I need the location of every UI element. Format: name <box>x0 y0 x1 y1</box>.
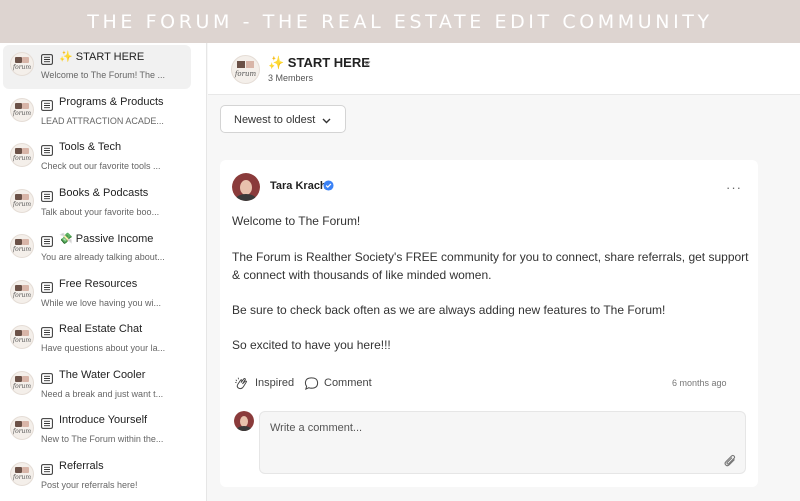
author-name[interactable]: Tara Krach <box>270 180 327 192</box>
post-paragraph: So excited to have you here!!! <box>232 338 391 352</box>
sidebar-channel-item[interactable]: forum Tools & Tech Check out our favorite … <box>3 136 191 180</box>
channel-avatar: forum <box>10 461 34 486</box>
post-paragraph: Welcome to The Forum! <box>232 214 361 228</box>
sidebar-channel-item[interactable]: forum Books & Podcasts Talk about your fav… <box>3 182 191 226</box>
channel-title[interactable]: ✨ START HERE <box>268 55 370 71</box>
channel-avatar: forum <box>231 55 260 84</box>
post-paragraph: The Forum is Realther Society's FREE com… <box>232 250 749 282</box>
channel-avatar: forum <box>10 52 34 76</box>
author-avatar[interactable] <box>232 173 260 201</box>
channel-title: Introduce Yourself <box>59 414 148 426</box>
channel-title: Referrals <box>59 459 104 472</box>
feed-icon <box>41 280 53 293</box>
member-count[interactable]: 3 Members <box>268 73 313 83</box>
chevron-down-icon[interactable] <box>362 58 372 68</box>
channel-preview: Check out our favorite tools ... <box>41 161 161 171</box>
comment-input[interactable]: Write a comment... <box>259 411 746 474</box>
sidebar: forum ✨ START HERE Welcome to The Forum! T… <box>0 43 207 501</box>
sidebar-channel-item[interactable]: forum Free Resources While we love having … <box>3 273 191 317</box>
sidebar-channel-item[interactable]: forum Real Estate Chat Have questions abou… <box>3 318 191 362</box>
feed-icon <box>41 462 53 475</box>
channel-title: Books & Podcasts <box>59 186 149 199</box>
feed-icon <box>41 52 53 65</box>
feed-icon <box>41 98 53 111</box>
sidebar-channel-item[interactable]: forum Referrals Post your referrals here! <box>3 455 191 499</box>
channel-avatar: forum <box>10 143 34 167</box>
paperclip-icon[interactable] <box>723 453 737 468</box>
channel-avatar: forum <box>10 234 34 258</box>
sidebar-channel-item[interactable]: forum Introduce Yourself New to The Forum … <box>3 409 191 453</box>
channel-avatar: forum <box>10 325 34 349</box>
channel-preview: New to The Forum within the... <box>41 434 164 444</box>
channel-title: Tools & Tech <box>59 141 122 153</box>
feed-icon <box>41 416 53 429</box>
channel-preview: Have questions about your la... <box>41 343 166 353</box>
channel-preview: Post your referrals here! <box>41 479 138 490</box>
sidebar-channel-item[interactable]: forum ✨ START HERE Welcome to The Forum! T… <box>3 45 191 89</box>
banner-title: THE FORUM - THE REAL ESTATE EDIT COMMUNI… <box>87 10 713 33</box>
channel-preview: While we love having you wi... <box>41 297 162 308</box>
channel-avatar: forum <box>10 279 34 304</box>
channel-preview: You are already talking about... <box>41 252 165 262</box>
channel-title: ✨ START HERE <box>59 51 145 63</box>
channel-avatar: forum <box>10 97 34 122</box>
channel-avatar: forum <box>10 188 34 213</box>
sidebar-channel-item[interactable]: forum Programs & Products LEAD ATTRACTION … <box>3 91 191 135</box>
channel-title: 💸 Passive Income <box>59 233 154 245</box>
channel-title: Real Estate Chat <box>59 323 143 335</box>
channel-header: forum ✨ START HERE 3 Members <box>208 43 800 95</box>
feed-icon <box>41 325 53 338</box>
more-options-button[interactable]: ··· <box>726 180 742 195</box>
verified-badge-icon <box>323 180 334 191</box>
user-avatar <box>234 411 254 431</box>
channel-title: The Water Cooler <box>59 368 146 381</box>
inspired-label: Inspired <box>255 377 295 389</box>
sidebar-channel-item[interactable]: forum The Water Cooler Need a break and ju… <box>3 364 191 408</box>
chevron-down-icon <box>322 118 331 124</box>
comment-label: Comment <box>324 377 372 389</box>
comment-button[interactable]: Comment <box>304 376 374 392</box>
feed-icon <box>41 234 53 247</box>
feed-icon <box>41 189 53 202</box>
feed-icon <box>41 143 53 156</box>
channel-title: Programs & Products <box>59 95 164 108</box>
channel-avatar: forum <box>10 416 34 440</box>
post-card: Tara Krach ··· Welcome to The Forum! The… <box>220 160 758 487</box>
channel-preview: LEAD ATTRACTION ACADE... <box>41 115 164 126</box>
sort-label: Newest to oldest <box>234 114 316 126</box>
channel-title: Free Resources <box>59 277 138 290</box>
comment-icon <box>304 377 319 391</box>
sort-dropdown[interactable]: Newest to oldest <box>220 105 346 133</box>
community-banner: THE FORUM - THE REAL ESTATE EDIT COMMUNI… <box>0 0 800 43</box>
channel-preview: Talk about your favorite boo... <box>41 206 160 217</box>
clap-icon <box>235 377 248 390</box>
post-paragraph: Be sure to check back often as we are al… <box>232 303 666 317</box>
channel-preview: Need a break and just want t... <box>41 388 164 399</box>
sidebar-channel-item[interactable]: forum 💸 Passive Income You are already tal… <box>3 227 191 271</box>
comment-placeholder: Write a comment... <box>270 422 363 434</box>
channel-avatar: forum <box>10 370 34 395</box>
inspired-button[interactable]: Inspired <box>234 376 304 392</box>
feed-icon <box>41 371 53 384</box>
post-timestamp[interactable]: 6 months ago <box>672 378 727 388</box>
channel-preview: Welcome to The Forum! The ... <box>41 70 166 80</box>
